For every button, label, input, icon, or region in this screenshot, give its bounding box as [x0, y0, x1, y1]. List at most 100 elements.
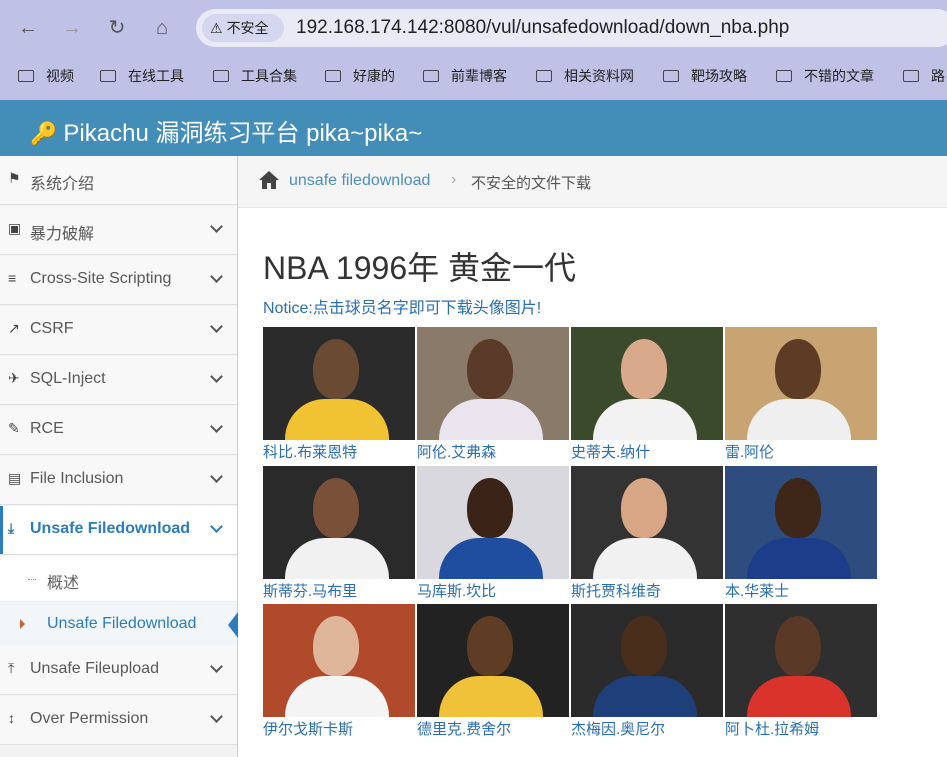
sidebar-item-bruteforce[interactable]: ▣ 暴力破解: [0, 206, 237, 255]
folder-icon: [903, 70, 919, 82]
player-photo: [571, 466, 723, 579]
bookmark-label: 前辈博客: [451, 68, 507, 84]
sidebar-item-label: 暴力破解: [30, 226, 95, 243]
address-bar[interactable]: ⚠ 不安全 192.168.174.142:8080/vul/unsafedown…: [196, 9, 947, 47]
folder-icon: [213, 70, 229, 82]
download-icon: ⤓: [8, 520, 15, 536]
text-height-icon: ↕: [8, 710, 15, 726]
back-arrow-icon[interactable]: ←: [14, 14, 42, 42]
folder-icon: [325, 70, 341, 82]
player-name-link[interactable]: 伊尔戈斯卡斯: [263, 718, 353, 739]
lock-icon: ▣: [8, 220, 22, 236]
player-photo: [571, 327, 723, 440]
app-header: 🔑 Pikachu 漏洞练习平台 pika~pika~: [0, 100, 947, 156]
sidebar-subitem-unsafe-filedownload[interactable]: Unsafe Filedownload: [0, 602, 238, 648]
player-name-link[interactable]: 斯托贾科维奇: [571, 580, 661, 601]
player-name-link[interactable]: 阿伦.艾弗森: [417, 441, 496, 462]
bookmark-label: 工具合集: [241, 68, 297, 84]
breadcrumb-separator-icon: ›: [451, 171, 457, 188]
sidebar-item-csrf[interactable]: ↗ CSRF: [0, 306, 237, 355]
home-icon: [259, 171, 279, 189]
upload-icon: ⤒: [8, 660, 15, 676]
bookmark-item[interactable]: 在线工具: [100, 66, 184, 86]
chevron-down-icon: [210, 320, 223, 333]
breadcrumb-link[interactable]: unsafe filedownload: [289, 172, 430, 190]
sidebar-item-sqli[interactable]: ✈ SQL-Inject: [0, 356, 237, 405]
bookmark-item[interactable]: 前辈博客: [423, 66, 507, 86]
player-photo: [725, 604, 877, 717]
player-photo: [263, 466, 415, 579]
app-title-text: Pikachu 漏洞练习平台 pika~pika~: [63, 120, 423, 147]
sidebar-item-rce[interactable]: ✎ RCE: [0, 406, 237, 455]
folder-icon: [776, 70, 792, 82]
bookmark-item[interactable]: 好康的: [325, 66, 395, 86]
player-name-link[interactable]: 杰梅因.奥尼尔: [571, 718, 665, 739]
chevron-down-icon: [210, 220, 223, 233]
browser-toolbar: ← → ↻ ⌂ ⚠ 不安全 192.168.174.142:8080/vul/un…: [0, 0, 947, 100]
player-photo: [417, 327, 569, 440]
player-photo: [571, 604, 723, 717]
active-pointer: [228, 612, 238, 638]
bookmark-label: 不错的文章: [804, 68, 874, 84]
app-title[interactable]: 🔑 Pikachu 漏洞练习平台 pika~pika~: [30, 113, 422, 148]
bookmark-item[interactable]: 不错的文章: [776, 66, 874, 86]
sidebar-item-unsafe-filedownload[interactable]: ⤓ Unsafe Filedownload: [0, 506, 237, 555]
folder-icon: [100, 70, 116, 82]
sidebar: ⚑ 系统介绍 ▣ 暴力破解 ≡ Cross-Site Scripting ↗ C…: [0, 156, 238, 757]
sidebar-item-unsafe-fileupload[interactable]: ⤒ Unsafe Fileupload: [0, 646, 237, 695]
url-text[interactable]: 192.168.174.142:8080/vul/unsafedownload/…: [296, 17, 789, 39]
player-photo: [725, 466, 877, 579]
plane-icon: ✈: [8, 370, 20, 386]
sidebar-item-label: CSRF: [30, 320, 74, 337]
file-icon: ▤: [8, 470, 22, 486]
caret-right-icon: [20, 619, 25, 629]
player-name-link[interactable]: 斯蒂芬.马布里: [263, 580, 357, 601]
home-icon[interactable]: ⌂: [148, 14, 176, 42]
player-name-link[interactable]: 德里克.费舍尔: [417, 718, 511, 739]
folder-icon: [423, 70, 439, 82]
player-name-link[interactable]: 马库斯.坎比: [417, 580, 496, 601]
sidebar-item-label: Cross-Site Scripting: [30, 270, 172, 287]
bookmark-item[interactable]: 工具合集: [213, 66, 297, 86]
sidebar-subitem-overview[interactable]: 概述: [0, 556, 237, 602]
bookmark-label: 路: [931, 68, 945, 84]
sidebar-item-label: Unsafe Fileupload: [30, 660, 159, 677]
player-name-link[interactable]: 雷.阿伦: [725, 441, 774, 462]
player-name-link[interactable]: 史蒂夫.纳什: [571, 441, 650, 462]
folder-icon: [663, 70, 679, 82]
sidebar-item-label: RCE: [30, 420, 64, 437]
folder-icon: [18, 70, 34, 82]
share-icon: ↗: [8, 320, 20, 336]
player-name-link[interactable]: 阿卜杜.拉希姆: [725, 718, 819, 739]
bookmark-label: 视频: [46, 68, 74, 84]
security-indicator[interactable]: ⚠ 不安全: [202, 14, 284, 42]
bookmark-label: 靶场攻略: [691, 68, 747, 84]
bookmark-item[interactable]: 路: [903, 66, 945, 86]
bookmark-label: 好康的: [353, 68, 395, 84]
bookmark-item[interactable]: 相关资料网: [536, 66, 634, 86]
sidebar-item-xss[interactable]: ≡ Cross-Site Scripting: [0, 256, 237, 305]
forward-arrow-icon[interactable]: →: [58, 14, 86, 42]
player-grid: 科比.布莱恩特 阿伦.艾弗森 史蒂夫.纳什 雷.阿伦斯蒂芬.马布里 马库斯.坎比 斯托贾科…: [263, 327, 883, 757]
sidebar-item-file-inclusion[interactable]: ▤ File Inclusion: [0, 456, 237, 505]
sidebar-item-intro[interactable]: ⚑ 系统介绍: [0, 156, 237, 205]
reload-icon[interactable]: ↻: [103, 14, 131, 42]
bookmark-label: 在线工具: [128, 68, 184, 84]
player-photo: [417, 604, 569, 717]
bookmark-item[interactable]: 靶场攻略: [663, 66, 747, 86]
breadcrumb-current: 不安全的文件下载: [471, 175, 592, 192]
breadcrumb: unsafe filedownload › 不安全的文件下载: [238, 156, 947, 208]
chevron-down-icon: [210, 660, 223, 673]
key-icon: 🔑: [30, 121, 58, 146]
sidebar-item-label: SQL-Inject: [30, 370, 106, 387]
sidebar-item-over-permission[interactable]: ↕ Over Permission: [0, 696, 237, 745]
bookmark-item[interactable]: 视频: [18, 66, 74, 86]
bookmarks-bar: 视频 在线工具 工具合集 好康的 前辈博客 相关资料网 靶场攻略 不错的文章 路: [0, 60, 947, 92]
player-name-link[interactable]: 本.华莱士: [725, 580, 789, 601]
sidebar-item-label: File Inclusion: [30, 470, 124, 487]
sidebar-item-label: Over Permission: [30, 710, 149, 727]
player-name-link[interactable]: 科比.布莱恩特: [263, 441, 357, 462]
player-photo: [263, 327, 415, 440]
bookmark-label: 相关资料网: [564, 68, 634, 84]
page-title: NBA 1996年 黄金一代: [263, 250, 577, 286]
